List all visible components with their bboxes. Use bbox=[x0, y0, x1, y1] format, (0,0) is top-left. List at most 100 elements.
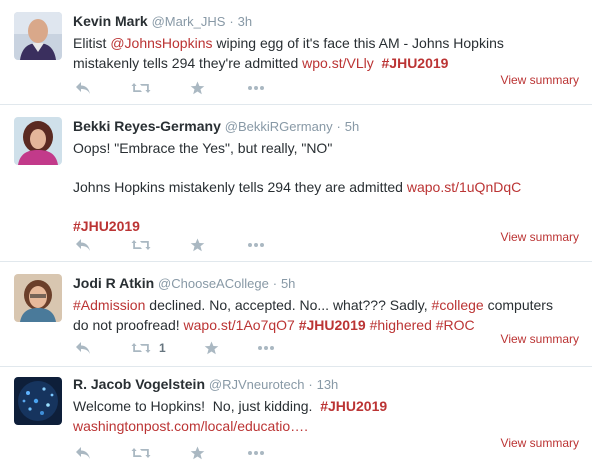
text-segment: computers bbox=[483, 297, 553, 313]
reply-icon bbox=[75, 341, 91, 355]
hashtag-text: JHU2019 bbox=[327, 398, 388, 414]
star-button[interactable] bbox=[190, 443, 205, 463]
hashtag-text: JHU2019 bbox=[80, 218, 140, 234]
hashtag-link[interactable]: #JHU2019 bbox=[320, 398, 387, 414]
author-handle[interactable]: @RJVneurotech bbox=[209, 377, 305, 392]
separator-dot: · bbox=[229, 14, 234, 29]
retweet-icon bbox=[131, 446, 151, 460]
url-link[interactable]: wapo.st/1uQnDqC bbox=[407, 179, 521, 195]
separator-dot: · bbox=[336, 119, 341, 134]
tweet-content: Kevin Mark @Mark_JHS · 3h Elitist @Johns… bbox=[73, 12, 582, 73]
more-button[interactable] bbox=[247, 235, 265, 255]
reply-button[interactable] bbox=[75, 443, 91, 463]
hash-symbol: # bbox=[298, 316, 307, 333]
view-summary-link[interactable]: View summary bbox=[501, 230, 579, 244]
reply-icon bbox=[75, 446, 91, 460]
hashtag-link[interactable]: #JHU2019 bbox=[382, 55, 449, 71]
text-segment: Welcome to Hopkins! No, just kidding. bbox=[73, 398, 321, 414]
retweet-count: 1 bbox=[159, 341, 166, 355]
text-segment: wiping egg of it's face this AM - Johns … bbox=[212, 35, 504, 51]
text-segment: do not proofread! bbox=[73, 316, 184, 333]
text-segment: Johns Hopkins mistakenly tells 294 they … bbox=[73, 179, 407, 195]
view-summary-link[interactable]: View summary bbox=[501, 73, 579, 87]
star-icon bbox=[204, 341, 219, 355]
author-handle[interactable]: @BekkiRGermany bbox=[225, 119, 333, 134]
author-name[interactable]: Jodi R Atkin bbox=[73, 275, 154, 291]
more-dots-icon bbox=[247, 450, 265, 456]
retweet-button[interactable] bbox=[131, 235, 151, 255]
tweet-content: Bekki Reyes-Germany @BekkiRGermany · 5h … bbox=[73, 117, 582, 237]
url-link[interactable]: wpo.st/VLly bbox=[302, 55, 374, 71]
more-button[interactable] bbox=[257, 338, 275, 358]
avatar[interactable] bbox=[14, 377, 62, 425]
hashtag-text: JHU2019 bbox=[306, 316, 366, 333]
tweet-text: #Admission declined. No, accepted. No...… bbox=[73, 296, 582, 335]
star-button[interactable] bbox=[190, 235, 205, 255]
author-handle[interactable]: @Mark_JHS bbox=[152, 14, 226, 29]
author-name[interactable]: Kevin Mark bbox=[73, 13, 148, 29]
view-summary-link[interactable]: View summary bbox=[501, 332, 579, 346]
reply-button[interactable] bbox=[75, 235, 91, 255]
tweet-item[interactable]: R. Jacob Vogelstein @RJVneurotech · 13h … bbox=[0, 367, 592, 470]
avatar[interactable] bbox=[14, 274, 62, 322]
retweet-button[interactable] bbox=[131, 443, 151, 463]
tweet-text: Elitist @JohnsHopkins wiping egg of it's… bbox=[73, 34, 582, 73]
author-name[interactable]: R. Jacob Vogelstein bbox=[73, 376, 205, 392]
tweet-timeline: Kevin Mark @Mark_JHS · 3h Elitist @Johns… bbox=[0, 0, 592, 470]
author-handle[interactable]: @ChooseACollege bbox=[158, 276, 269, 291]
retweet-button[interactable] bbox=[131, 78, 151, 98]
tweet-item[interactable]: Bekki Reyes-Germany @BekkiRGermany · 5h … bbox=[0, 105, 592, 262]
reply-icon bbox=[75, 238, 91, 252]
reply-button[interactable] bbox=[75, 78, 91, 98]
retweet-icon bbox=[131, 238, 151, 252]
star-button[interactable] bbox=[204, 338, 219, 358]
hash-symbol: # bbox=[73, 297, 81, 313]
text-segment bbox=[374, 55, 382, 71]
tweet-text-line: Elitist @JohnsHopkins wiping egg of it's… bbox=[73, 34, 582, 54]
hashtag-link[interactable]: #JHU2019 bbox=[73, 218, 140, 234]
hashtag-text: highered bbox=[377, 316, 432, 333]
timestamp[interactable]: 13h bbox=[317, 377, 339, 392]
hashtag-link[interactable]: #JHU2019 bbox=[299, 317, 366, 333]
more-button[interactable] bbox=[247, 443, 265, 463]
more-dots-icon bbox=[247, 85, 265, 91]
mention-link[interactable]: @JohnsHopkins bbox=[110, 35, 212, 51]
author-name[interactable]: Bekki Reyes-Germany bbox=[73, 118, 221, 134]
hashtag-text: college bbox=[439, 297, 484, 313]
url-link[interactable]: washingtonpost.com/local/educatio…. bbox=[73, 418, 308, 434]
view-summary-link[interactable]: View summary bbox=[501, 436, 579, 450]
retweet-button[interactable]: 1 bbox=[131, 338, 166, 358]
tweet-text: Oops! "Embrace the Yes", but really, "NO… bbox=[73, 139, 582, 237]
hashtag-link[interactable]: #Admission bbox=[73, 297, 145, 313]
tweet-text-line bbox=[73, 159, 582, 179]
star-icon bbox=[190, 446, 205, 460]
star-icon bbox=[190, 81, 205, 95]
tweet-item[interactable]: Kevin Mark @Mark_JHS · 3h Elitist @Johns… bbox=[0, 0, 592, 105]
tweet-content: Jodi R Atkin @ChooseACollege · 5h #Admis… bbox=[73, 274, 582, 335]
hashtag-link[interactable]: #ROC bbox=[436, 317, 475, 333]
text-segment: mistakenly tells 294 they're admitted bbox=[73, 54, 303, 71]
avatar[interactable] bbox=[14, 12, 62, 60]
timestamp[interactable]: 3h bbox=[238, 14, 252, 29]
text-segment: Oops! "Embrace the Yes", but really, "NO… bbox=[73, 140, 333, 156]
timestamp[interactable]: 5h bbox=[345, 119, 359, 134]
timestamp[interactable]: 5h bbox=[281, 276, 295, 291]
more-dots-icon bbox=[247, 242, 265, 248]
star-icon bbox=[190, 238, 205, 252]
hashtag-text: ROC bbox=[443, 316, 475, 333]
reply-button[interactable] bbox=[75, 338, 91, 358]
retweet-icon bbox=[131, 341, 151, 355]
more-dots-icon bbox=[257, 345, 275, 351]
hash-symbol: # bbox=[320, 398, 328, 414]
url-link[interactable]: wapo.st/1Ao7qO7 bbox=[184, 317, 295, 333]
avatar[interactable] bbox=[14, 117, 62, 165]
reply-icon bbox=[75, 81, 91, 95]
hashtag-text: JHU2019 bbox=[389, 54, 449, 71]
more-button[interactable] bbox=[247, 78, 265, 98]
hashtag-link[interactable]: #highered bbox=[370, 317, 432, 333]
tweet-text-line: Oops! "Embrace the Yes", but really, "NO… bbox=[73, 139, 582, 159]
tweet-item[interactable]: Jodi R Atkin @ChooseACollege · 5h #Admis… bbox=[0, 262, 592, 367]
star-button[interactable] bbox=[190, 78, 205, 98]
hashtag-link[interactable]: #college bbox=[432, 297, 484, 313]
tweet-text-line: Welcome to Hopkins! No, just kidding. #J… bbox=[73, 397, 582, 417]
